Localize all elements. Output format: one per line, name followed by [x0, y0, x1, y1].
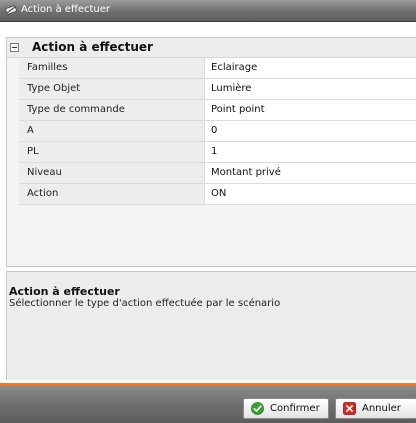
- property-value-cell[interactable]: 1: [205, 142, 416, 162]
- property-row-a[interactable]: A 0: [19, 121, 416, 142]
- property-name-cell: A: [19, 121, 205, 141]
- property-value: Montant privé: [211, 167, 281, 178]
- confirm-label: Confirmer: [270, 403, 320, 414]
- property-value: Eclairage: [211, 62, 258, 73]
- cancel-button[interactable]: Annuler: [335, 398, 416, 419]
- property-value: ON: [211, 188, 227, 199]
- button-bar: Confirmer Annuler: [0, 386, 416, 423]
- property-name-cell: Type de commande: [19, 100, 205, 120]
- property-value: 1: [211, 146, 218, 157]
- property-grid: Action à effectuer Familles Eclairage Ty…: [6, 37, 416, 267]
- property-name: Type de commande: [27, 104, 125, 115]
- property-name: Type Objet: [27, 83, 81, 94]
- window-title: Action à effectuer: [21, 4, 111, 15]
- cancel-label: Annuler: [362, 403, 401, 414]
- wand-icon: [5, 5, 17, 15]
- help-panel: Action à effectuer Sélectionner le type …: [6, 271, 416, 380]
- property-value: Lumière: [211, 83, 252, 94]
- property-value-cell[interactable]: Point point: [205, 100, 416, 120]
- section-header[interactable]: Action à effectuer: [7, 38, 416, 58]
- property-row-type-de-commande[interactable]: Type de commande Point point: [19, 100, 416, 121]
- check-circle-icon: [251, 402, 264, 415]
- property-row-action[interactable]: Action ON: [19, 184, 416, 205]
- property-value: 0: [211, 125, 218, 136]
- section-title: Action à effectuer: [32, 40, 153, 54]
- help-description: Sélectionner le type d'action effectuée …: [9, 298, 281, 309]
- property-name-cell: PL: [19, 142, 205, 162]
- property-name: Niveau: [27, 167, 62, 178]
- close-box-icon: [343, 402, 356, 415]
- property-name-cell: Niveau: [19, 163, 205, 183]
- property-name-cell: Action: [19, 184, 205, 204]
- property-name: PL: [27, 146, 39, 157]
- property-name: Action: [27, 188, 59, 199]
- property-value-cell[interactable]: Eclairage: [205, 58, 416, 78]
- confirm-button[interactable]: Confirmer: [243, 398, 329, 419]
- property-row-niveau[interactable]: Niveau Montant privé: [19, 163, 416, 184]
- property-name-cell: Type Objet: [19, 79, 205, 99]
- property-name: Familles: [27, 62, 68, 73]
- property-row-type-objet[interactable]: Type Objet Lumière: [19, 79, 416, 100]
- collapse-icon[interactable]: [10, 43, 19, 52]
- property-row-familles[interactable]: Familles Eclairage: [19, 58, 416, 79]
- title-bar: Action à effectuer: [0, 0, 416, 22]
- property-value: Point point: [211, 104, 265, 115]
- help-title: Action à effectuer: [9, 285, 120, 298]
- property-value-cell[interactable]: Montant privé: [205, 163, 416, 183]
- property-name: A: [27, 125, 34, 136]
- property-value-cell[interactable]: ON: [205, 184, 416, 204]
- property-name-cell: Familles: [19, 58, 205, 78]
- property-row-pl[interactable]: PL 1: [19, 142, 416, 163]
- property-value-cell[interactable]: Lumière: [205, 79, 416, 99]
- property-value-cell[interactable]: 0: [205, 121, 416, 141]
